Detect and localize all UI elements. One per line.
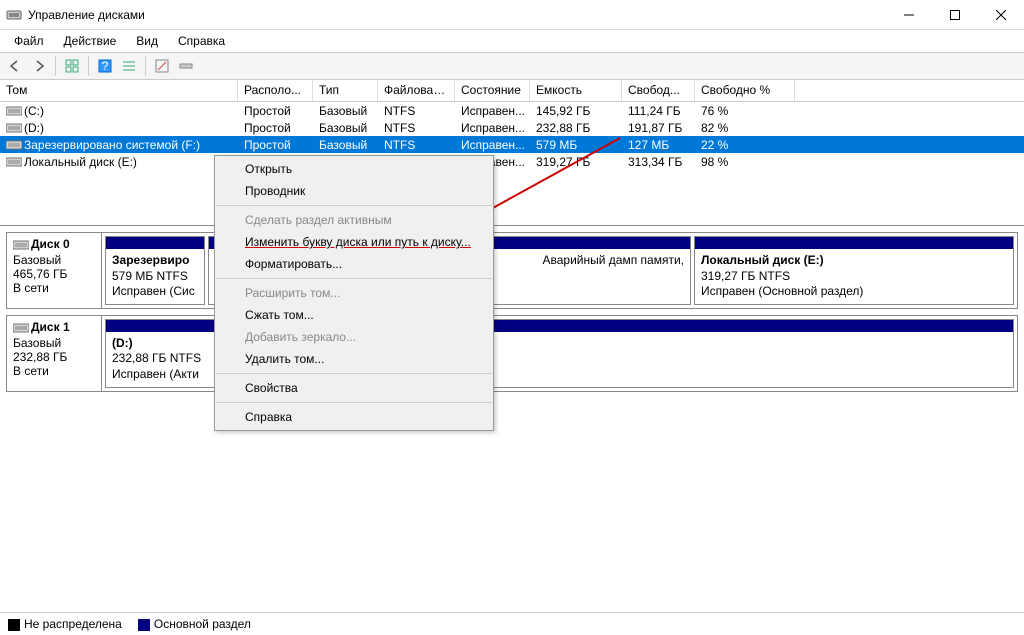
- col-volume[interactable]: Том: [0, 80, 238, 101]
- close-button[interactable]: [978, 0, 1024, 30]
- properties-icon[interactable]: [175, 55, 197, 77]
- volume-row[interactable]: Локальный диск (E:)ПростойБазовыйNTFSИсп…: [0, 153, 1024, 170]
- disk-info: Диск 1Базовый232,88 ГБВ сети: [7, 316, 102, 391]
- context-menu-item[interactable]: Проводник: [215, 180, 493, 202]
- maximize-button[interactable]: [932, 0, 978, 30]
- context-menu-item: Сделать раздел активным: [215, 209, 493, 231]
- volume-row[interactable]: Зарезервировано системой (F:)ПростойБазо…: [0, 136, 1024, 153]
- disk-pane: Диск 0Базовый465,76 ГБВ сетиЗарезервиро5…: [0, 226, 1024, 398]
- context-menu-item[interactable]: Справка: [215, 406, 493, 428]
- legend: Не распределена Основной раздел: [0, 612, 1024, 635]
- context-menu-item[interactable]: Изменить букву диска или путь к диску...: [215, 231, 493, 253]
- list-icon[interactable]: [118, 55, 140, 77]
- menu-help[interactable]: Справка: [170, 32, 233, 50]
- context-menu-item: Расширить том...: [215, 282, 493, 304]
- legend-unallocated: Не распределена: [8, 617, 122, 631]
- volume-table-body: (C:)ПростойБазовыйNTFSИсправен...145,92 …: [0, 102, 1024, 170]
- context-menu-item: Добавить зеркало...: [215, 326, 493, 348]
- context-menu-item[interactable]: Свойства: [215, 377, 493, 399]
- context-menu-item[interactable]: Форматировать...: [215, 253, 493, 275]
- col-type[interactable]: Тип: [313, 80, 378, 101]
- forward-button[interactable]: [28, 55, 50, 77]
- menu-view[interactable]: Вид: [128, 32, 166, 50]
- back-button[interactable]: [4, 55, 26, 77]
- context-menu-item[interactable]: Сжать том...: [215, 304, 493, 326]
- disk-info: Диск 0Базовый465,76 ГБВ сети: [7, 233, 102, 308]
- disk-row: Диск 0Базовый465,76 ГБВ сетиЗарезервиро5…: [6, 232, 1018, 309]
- window-title: Управление дисками: [28, 8, 886, 22]
- menu-action[interactable]: Действие: [56, 32, 125, 50]
- svg-text:?: ?: [102, 59, 109, 73]
- help-icon[interactable]: ?: [94, 55, 116, 77]
- col-freepct[interactable]: Свободно %: [695, 80, 795, 101]
- context-menu-item[interactable]: Открыть: [215, 158, 493, 180]
- col-capacity[interactable]: Емкость: [530, 80, 622, 101]
- minimize-button[interactable]: [886, 0, 932, 30]
- titlebar: Управление дисками: [0, 0, 1024, 30]
- partition[interactable]: Зарезервиро579 МБ NTFSИсправен (Сис: [105, 236, 205, 305]
- volume-table-header: Том Располо... Тип Файловая с... Состоян…: [0, 80, 1024, 102]
- volume-row[interactable]: (D:)ПростойБазовыйNTFSИсправен...232,88 …: [0, 119, 1024, 136]
- col-layout[interactable]: Располо...: [238, 80, 313, 101]
- menu-file[interactable]: Файл: [6, 32, 52, 50]
- col-status[interactable]: Состояние: [455, 80, 530, 101]
- partition[interactable]: (D:)232,88 ГБ NTFSИсправен (Акти: [105, 319, 215, 388]
- app-icon: [6, 7, 22, 23]
- disk-row: Диск 1Базовый232,88 ГБВ сети(D:)232,88 Г…: [6, 315, 1018, 392]
- menubar: Файл Действие Вид Справка: [0, 30, 1024, 52]
- grid-icon[interactable]: [61, 55, 83, 77]
- partition[interactable]: Локальный диск (E:)319,27 ГБ NTFSИсправе…: [694, 236, 1014, 305]
- col-fs[interactable]: Файловая с...: [378, 80, 455, 101]
- context-menu: ОткрытьПроводник Сделать раздел активнымИ…: [214, 155, 494, 431]
- legend-primary: Основной раздел: [138, 617, 251, 631]
- col-free[interactable]: Свобод...: [622, 80, 695, 101]
- volume-row[interactable]: (C:)ПростойБазовыйNTFSИсправен...145,92 …: [0, 102, 1024, 119]
- context-menu-item[interactable]: Удалить том...: [215, 348, 493, 370]
- refresh-icon[interactable]: [151, 55, 173, 77]
- toolbar: ?: [0, 52, 1024, 80]
